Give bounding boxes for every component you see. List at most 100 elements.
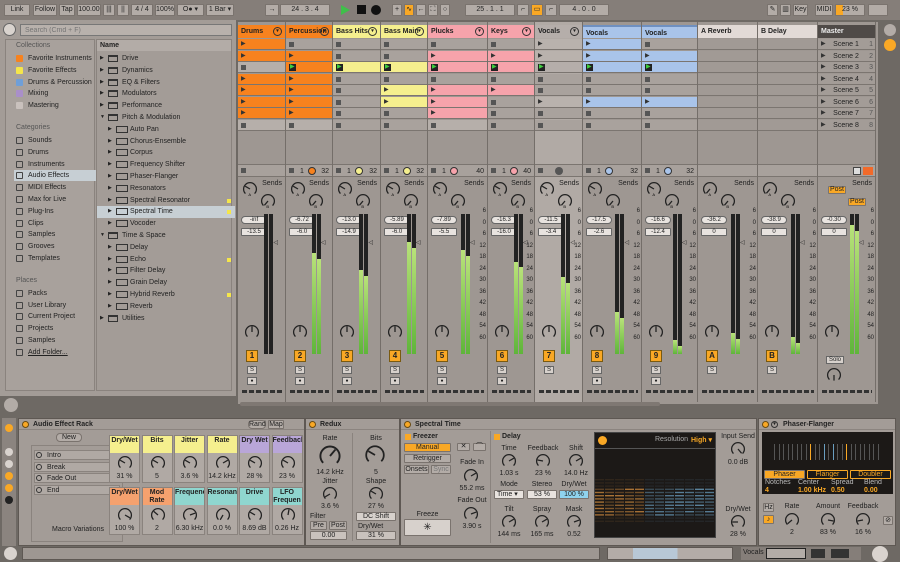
rate-knob[interactable] xyxy=(784,512,800,528)
macro-control[interactable]: Mod Rate 2 xyxy=(142,487,173,535)
browser-item[interactable]: ▶ Dynamics xyxy=(97,65,235,77)
crossfader-assign[interactable] xyxy=(822,390,872,393)
stop-all-clips-icon[interactable] xyxy=(431,168,436,173)
capture-icon[interactable]: ⛶ xyxy=(428,4,438,16)
browser-item[interactable]: ▶ Resonators xyxy=(97,183,235,195)
category-max-for-live[interactable]: Max for Live xyxy=(14,194,100,205)
draw-mode-icon[interactable]: ✎ xyxy=(767,4,778,16)
device-view-icon[interactable] xyxy=(831,549,849,558)
nudge-down-icon[interactable]: ||| xyxy=(103,4,115,16)
clip-stop-icon[interactable] xyxy=(491,42,496,47)
scene-launch-icon[interactable]: ▶ xyxy=(821,64,826,71)
fold-icon[interactable]: ▾ xyxy=(273,27,282,36)
macro-control[interactable]: Drive 8.69 dB xyxy=(239,487,270,535)
feedback-knob[interactable] xyxy=(535,453,551,469)
variation-item[interactable]: Break▶ xyxy=(34,462,120,472)
send-a-post-button[interactable]: Post xyxy=(828,186,846,194)
session-record-icon[interactable]: ○ xyxy=(440,4,450,16)
arrangement-overview[interactable] xyxy=(607,547,733,560)
send-b-knob[interactable]: B xyxy=(780,193,796,209)
hz-button[interactable]: Hz xyxy=(763,503,774,512)
peak-level-display[interactable]: -38.9 xyxy=(761,216,787,224)
playing-clip-icon[interactable]: ▶ xyxy=(289,64,296,71)
macro-control[interactable]: LFO Frequen 0.26 Hz xyxy=(272,487,303,535)
empty-slot[interactable] xyxy=(758,74,817,85)
category-midi-effects[interactable]: MIDI Effects xyxy=(14,182,100,193)
midi-map-button[interactable]: MIDI xyxy=(815,4,833,16)
pan-knob[interactable] xyxy=(339,324,355,340)
clip-slot[interactable] xyxy=(535,108,582,119)
send-a-knob[interactable]: A xyxy=(646,181,662,197)
solo-button[interactable]: S xyxy=(767,366,777,374)
arm-button[interactable]: ● xyxy=(497,377,507,385)
pan-knob[interactable] xyxy=(648,324,664,340)
send-b-knob[interactable]: B xyxy=(510,193,526,209)
browser-item[interactable]: ▶ Auto Pan xyxy=(97,124,235,136)
pan-knob[interactable] xyxy=(764,324,780,340)
track-activator-button[interactable]: 1 xyxy=(246,350,258,362)
volume-field[interactable]: -14.9 xyxy=(336,228,362,236)
mode-dropdown[interactable]: Time ▾ xyxy=(494,490,524,499)
song-position-field[interactable]: 24 . 3 . 4 xyxy=(280,4,330,16)
fold-icon[interactable]: ▾ xyxy=(771,421,778,428)
clip-stop-icon[interactable] xyxy=(336,123,341,128)
track-header[interactable]: B Delay xyxy=(758,25,817,38)
playing-clip-icon[interactable]: ▶ xyxy=(645,64,652,71)
crossfader-assign[interactable] xyxy=(702,390,754,393)
clip-slot[interactable] xyxy=(286,39,332,50)
expand-arrow-icon[interactable]: ▶ xyxy=(108,254,112,265)
macro-control[interactable]: Feedback 23 % xyxy=(272,435,303,483)
clip-launch-icon[interactable]: ▶ xyxy=(241,41,246,48)
arrangement-position-icon[interactable]: → xyxy=(265,4,279,16)
clip-launch-icon[interactable]: ▶ xyxy=(431,110,436,117)
clip-slot[interactable] xyxy=(583,108,641,119)
dry-wet-field[interactable]: 100 % xyxy=(559,490,589,499)
send-a-knob[interactable]: A xyxy=(702,181,718,197)
clip-stop-icon[interactable] xyxy=(241,123,246,128)
place-3[interactable]: Projects xyxy=(14,323,100,334)
track-activator-button[interactable]: 8 xyxy=(591,350,603,362)
clip-launch-icon[interactable]: ▶ xyxy=(241,53,246,60)
map-button[interactable]: Map xyxy=(268,420,284,429)
macro-knob[interactable] xyxy=(150,455,166,471)
clip-stop-icon[interactable] xyxy=(645,42,650,47)
empty-slot[interactable] xyxy=(698,85,757,96)
clip-slot[interactable]: ▶ xyxy=(381,85,427,96)
rand-button[interactable]: Rand xyxy=(248,420,266,429)
clip-slot[interactable]: ▶ xyxy=(583,62,641,73)
play-icon[interactable] xyxy=(598,436,607,445)
clip-slot[interactable]: ▶ xyxy=(535,51,582,62)
send-a-knob[interactable]: A xyxy=(587,181,603,197)
pan-knob[interactable] xyxy=(541,324,557,340)
fade-shape-icon[interactable]: ⌒ xyxy=(473,443,486,451)
clip-launch-icon[interactable]: ▶ xyxy=(491,87,496,94)
time-signature-field[interactable]: 4 / 4 xyxy=(131,4,153,16)
drywet-field[interactable]: 31 % xyxy=(356,531,396,540)
expand-arrow-icon[interactable]: ▶ xyxy=(100,77,104,88)
empty-slot[interactable] xyxy=(758,51,817,62)
clip-launch-icon[interactable]: ▶ xyxy=(538,99,543,106)
peak-level-display[interactable]: -16.6 xyxy=(645,216,671,224)
clip-slot[interactable]: ▶ xyxy=(286,85,332,96)
randomize-icon[interactable] xyxy=(5,496,13,504)
track-header[interactable]: Keys ▾ xyxy=(488,25,534,38)
metronome-button[interactable]: O● ▾ xyxy=(177,4,204,16)
filter-value-field[interactable]: 0.00 xyxy=(310,531,347,540)
expand-arrow-icon[interactable]: ▶ xyxy=(108,242,112,253)
category-sounds[interactable]: Sounds xyxy=(14,135,100,146)
clip-slot[interactable] xyxy=(488,108,534,119)
clip-launch-icon[interactable]: ▶ xyxy=(289,99,294,106)
clip-launch-icon[interactable]: ▶ xyxy=(491,53,496,60)
filter-post-button[interactable]: Post xyxy=(329,521,347,530)
tap-button[interactable]: Tap xyxy=(59,4,75,16)
collection-4[interactable]: Mastering xyxy=(14,100,100,111)
clip-launch-icon[interactable]: ▶ xyxy=(431,87,436,94)
crossfader-assign[interactable] xyxy=(385,390,424,393)
browser-item[interactable]: ▶ Reverb xyxy=(97,301,235,313)
clip-slot[interactable] xyxy=(535,120,582,131)
send-b-knob[interactable]: B xyxy=(605,193,621,209)
solo-button[interactable]: S xyxy=(707,366,717,374)
clip-stop-icon[interactable] xyxy=(431,123,436,128)
scene-slot[interactable]: ▶ Scene 66 xyxy=(818,97,875,108)
track-activator-button[interactable]: 6 xyxy=(496,350,508,362)
